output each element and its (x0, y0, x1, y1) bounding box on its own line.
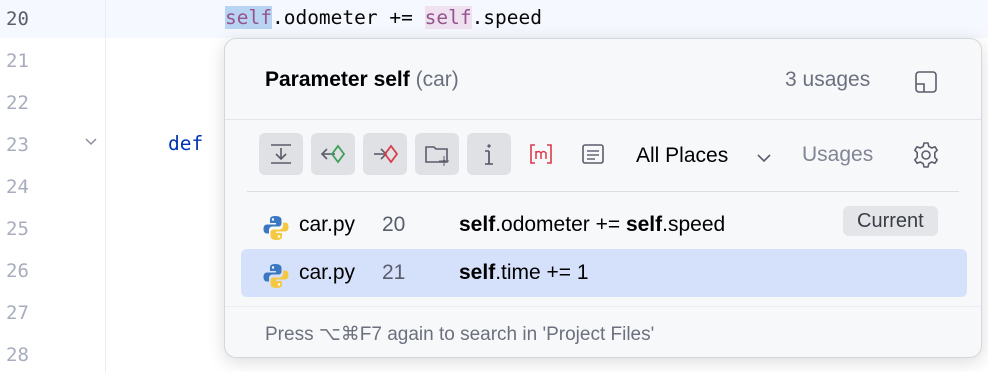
method-usages-button[interactable] (519, 133, 563, 175)
usage-row[interactable]: car.py 20 self.odometer += self.speed Cu… (241, 201, 967, 249)
line-number: 23 (6, 134, 29, 156)
write-access-icon (374, 144, 399, 164)
module-icon (425, 146, 449, 166)
popup-title: Parameter self (car) (265, 68, 459, 91)
self-keyword: self (424, 6, 472, 29)
merge-usages-button[interactable] (259, 133, 303, 175)
self-keyword: self (225, 6, 272, 29)
line-number: 26 (6, 260, 29, 282)
python-file-icon (263, 216, 289, 240)
footer-hint: Press ⌥⌘F7 again to search in 'Project F… (265, 324, 655, 345)
usage-file-name: car.py (299, 213, 356, 236)
code-line-20[interactable]: self.odometer += self.speed (225, 6, 542, 29)
line-number: 27 (6, 302, 29, 324)
merge-usages-icon (271, 144, 291, 164)
read-access-button[interactable] (311, 133, 355, 175)
scope-dropdown[interactable]: All Places (636, 144, 728, 168)
read-access-icon (320, 144, 346, 164)
usage-row-selected[interactable]: car.py 21 self.time += 1 (241, 249, 967, 297)
preview-button[interactable] (467, 133, 511, 175)
footer-divider (225, 306, 981, 307)
usage-snippet: self.time += 1 (459, 261, 589, 284)
open-in-window-icon[interactable] (913, 69, 939, 95)
usage-file-name: car.py (299, 261, 356, 284)
header-divider (225, 119, 981, 120)
line-number: 21 (6, 50, 29, 72)
line-number: 24 (6, 176, 29, 198)
line-number: 28 (6, 344, 29, 366)
method-usages-icon (530, 144, 552, 164)
usage-snippet: self.odometer += self.speed (459, 213, 726, 236)
line-number: 22 (6, 92, 29, 114)
gutter-separator (105, 0, 106, 372)
usage-count: 3 usages (785, 68, 871, 91)
code-text: .speed (471, 6, 543, 29)
line-number: 20 (6, 8, 29, 30)
code-text: .odometer += (271, 6, 425, 29)
def-keyword: def (168, 132, 204, 155)
current-badge: Current (843, 206, 938, 236)
line-number: 25 (6, 218, 29, 240)
module-button[interactable] (415, 133, 459, 175)
python-file-icon (263, 264, 289, 288)
text-usages-icon (582, 144, 604, 164)
write-access-button[interactable] (363, 133, 407, 175)
gear-icon[interactable] (911, 140, 941, 170)
usages-label: Usages (802, 143, 874, 166)
usage-line-number: 20 (382, 213, 406, 236)
fold-chevron-icon[interactable] (82, 133, 100, 151)
toolbar-divider (247, 191, 959, 192)
find-usages-popup: Parameter self (car) 3 usages All Places… (224, 38, 982, 358)
usage-line-number: 21 (382, 261, 406, 284)
text-usages-button[interactable] (571, 133, 615, 175)
preview-icon (485, 144, 493, 165)
chevron-down-icon[interactable] (753, 147, 775, 169)
